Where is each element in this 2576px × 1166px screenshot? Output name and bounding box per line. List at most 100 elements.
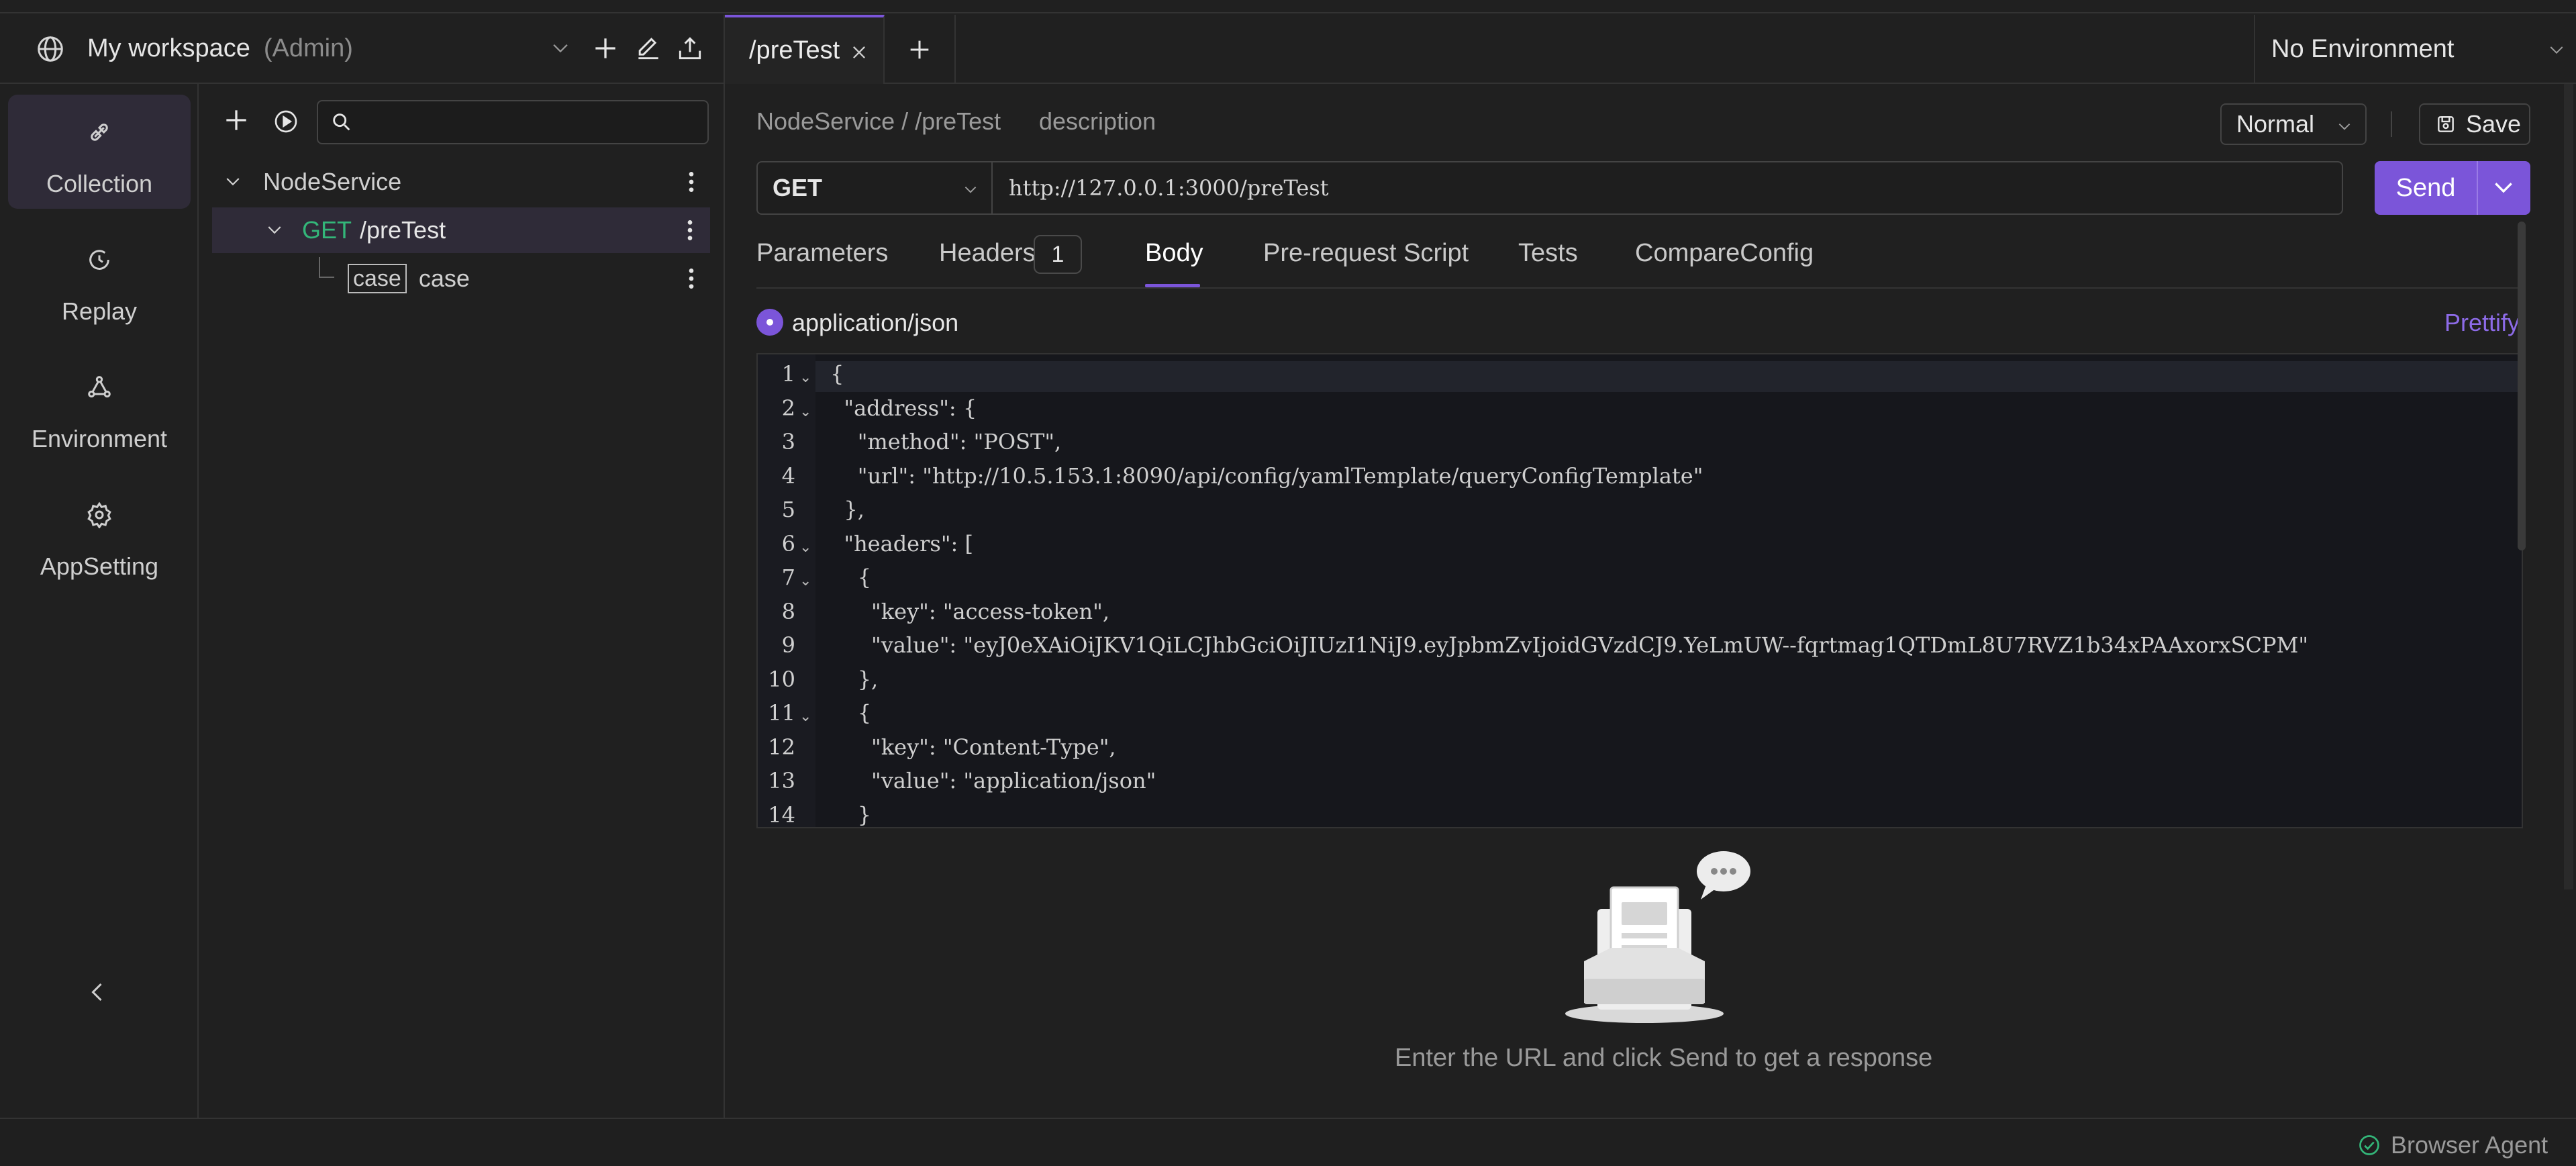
fold-toggle-icon[interactable]: ⌄ [799, 369, 811, 386]
active-line-highlight [815, 361, 2522, 392]
code-line: "key": "access-token", [830, 598, 1110, 624]
export-icon[interactable] [675, 34, 705, 63]
chevron-down-icon [964, 186, 977, 193]
description-field[interactable]: description [1039, 107, 1156, 136]
empty-response-illustration [1565, 851, 1750, 1023]
workspace-header: My workspace (Admin) [0, 15, 725, 84]
tab-parameters[interactable]: Parameters [756, 239, 888, 268]
method-badge: GET [302, 216, 352, 244]
sidebar-item-replay[interactable]: Replay [8, 222, 191, 336]
code-line: "address": { [830, 395, 977, 421]
replay-icon [89, 250, 109, 270]
line-number: 8 [781, 598, 795, 624]
add-icon [910, 40, 929, 59]
fold-toggle-icon[interactable]: ⌄ [799, 708, 811, 725]
content-type-radio[interactable] [756, 309, 783, 336]
chevron-down-icon [2338, 123, 2350, 130]
environment-icon [88, 376, 111, 398]
fold-toggle-icon[interactable]: ⌄ [799, 573, 811, 589]
collapse-icon[interactable] [86, 980, 110, 1004]
workspace-role: (Admin) [263, 34, 353, 62]
tab-headers[interactable]: Headers [939, 239, 1036, 268]
collection-icon [91, 124, 108, 141]
more-icon[interactable] [678, 264, 705, 293]
line-number: 14 [768, 801, 795, 828]
fold-toggle-icon[interactable]: ⌄ [799, 539, 811, 556]
tree-item-nodeservice[interactable]: NodeService [199, 159, 725, 205]
tab-label: /preTest [749, 36, 840, 64]
tab-pretest[interactable]: /preTest [725, 15, 885, 84]
save-button[interactable]: Save [2419, 103, 2530, 145]
divider [2391, 111, 2392, 137]
search-input[interactable] [317, 100, 709, 144]
line-number: 4 [781, 463, 795, 489]
browser-agent-status[interactable]: Browser Agent [2357, 1131, 2548, 1159]
chevron-down-icon[interactable] [549, 36, 572, 59]
status-bar: Browser Agent [0, 1118, 2576, 1166]
more-icon[interactable] [678, 167, 705, 197]
search-icon [333, 113, 350, 131]
code-line: "url": "http://10.5.153.1:8090/api/confi… [830, 463, 1703, 489]
tab-body[interactable]: Body [1145, 239, 1203, 268]
line-number: 5 [781, 497, 795, 522]
tree-connector [319, 257, 334, 278]
mode-label: Normal [2236, 110, 2315, 138]
tree-item-case[interactable]: case case [199, 256, 725, 301]
breadcrumb: NodeService / /preTest [756, 107, 1001, 135]
gear-icon [87, 501, 111, 528]
tab-tests[interactable]: Tests [1518, 239, 1578, 268]
code-line: }, [830, 666, 879, 692]
save-label: Save [2466, 110, 2522, 138]
line-number: 7 [781, 565, 795, 590]
tree-item-label: NodeService [263, 168, 402, 195]
divider [756, 287, 2526, 289]
close-icon[interactable] [850, 43, 869, 62]
content-type-label: application/json [792, 309, 959, 336]
edit-icon[interactable] [634, 34, 663, 63]
code-line: { [830, 361, 844, 387]
line-number: 9 [781, 632, 795, 658]
sidebar-item-collection[interactable]: Collection [8, 95, 191, 209]
title-bar [0, 0, 2576, 13]
workspace-name[interactable]: My workspace [87, 34, 250, 63]
add-icon[interactable] [221, 105, 251, 135]
method-label: GET [773, 174, 823, 201]
prettify-button[interactable]: Prettify [2444, 309, 2520, 337]
sidebar-item-appsetting[interactable]: AppSetting [8, 477, 191, 591]
sidebar-item-label: Replay [61, 297, 138, 325]
line-number: 2 [781, 395, 795, 421]
add-icon[interactable] [591, 34, 620, 63]
sidebar-item-environment[interactable]: Environment [8, 350, 191, 464]
fold-toggle-icon[interactable]: ⌄ [799, 403, 811, 420]
code-line: "headers": [ [830, 530, 973, 556]
sidebar-rail: Collection Replay Environment AppSetting [0, 84, 199, 1118]
environment-label: No Environment [2271, 35, 2455, 63]
divider [2477, 161, 2478, 215]
case-tag: case [348, 264, 407, 293]
mode-select[interactable]: Normal [2220, 103, 2367, 145]
more-icon[interactable] [677, 215, 703, 245]
line-number: 13 [768, 768, 795, 793]
editor-scrollbar[interactable] [2518, 222, 2526, 550]
tab-prerequest-script[interactable]: Pre-request Script [1263, 239, 1469, 268]
chevron-down-icon[interactable] [2490, 175, 2517, 201]
method-select[interactable]: GET [756, 161, 993, 215]
code-line: "value": "application/json" [830, 768, 1156, 793]
play-icon[interactable] [273, 108, 299, 135]
globe-icon [38, 36, 63, 62]
main-scrollbar[interactable] [2564, 84, 2573, 889]
line-number: 6 [781, 530, 795, 556]
sidebar-item-label: Environment [31, 425, 168, 452]
url-input[interactable]: http://127.0.0.1:3000/preTest [993, 161, 2343, 215]
environment-select[interactable]: No Environment [2254, 15, 2576, 84]
code-line: { [830, 565, 872, 590]
code-editor[interactable]: 1 ⌄ 2 ⌄ 3 4 5 6 ⌄ 7 ⌄ 8 9 10 11 ⌄ 12 13 14 { "address": { … [756, 353, 2523, 828]
add-tab-button[interactable] [885, 15, 956, 84]
chevron-down-icon[interactable] [264, 220, 285, 240]
tree-item-label: case [418, 264, 470, 292]
tree-item-pretest[interactable]: GET /preTest [212, 207, 710, 253]
send-button[interactable]: Send [2375, 161, 2530, 215]
chevron-down-icon[interactable] [223, 172, 243, 192]
code-line: "key": "Content-Type", [830, 734, 1116, 760]
tab-compareconfig[interactable]: CompareConfig [1635, 239, 1814, 268]
